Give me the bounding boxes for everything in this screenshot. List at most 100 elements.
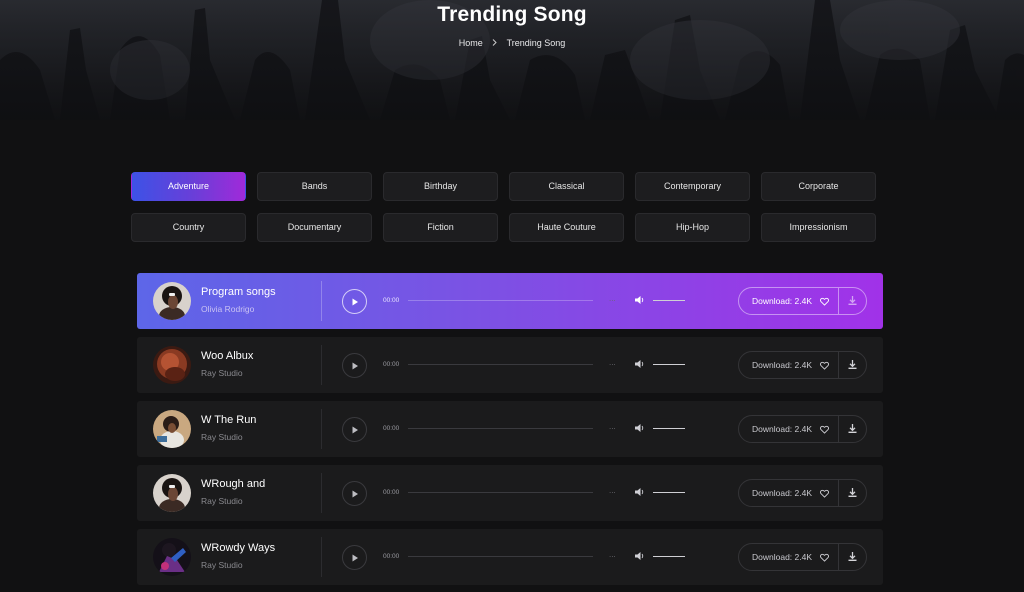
song-artist: Ray Studio <box>201 560 243 570</box>
heart-icon[interactable] <box>820 553 829 562</box>
download-icon[interactable] <box>847 359 858 370</box>
play-button[interactable] <box>342 289 367 314</box>
volume-icon[interactable] <box>635 295 645 305</box>
volume-icon[interactable] <box>635 551 645 561</box>
progress-bar[interactable] <box>408 364 593 365</box>
breadcrumb-current: Trending Song <box>506 38 566 48</box>
heart-icon[interactable] <box>820 297 829 306</box>
play-icon <box>352 298 358 305</box>
play-icon <box>352 490 358 497</box>
category-chip-classical[interactable]: Classical <box>509 172 624 201</box>
download-group: Download: 2.4K <box>738 415 867 443</box>
duration-placeholder: ... <box>609 358 616 367</box>
chevron-right-icon <box>492 38 497 48</box>
row-divider <box>321 473 322 513</box>
page-title: Trending Song <box>437 3 587 26</box>
download-divider <box>838 352 839 378</box>
category-chip-country[interactable]: Country <box>131 213 246 242</box>
category-chip-adventure[interactable]: Adventure <box>131 172 246 201</box>
play-icon <box>352 362 358 369</box>
current-time: 00:00 <box>383 297 400 304</box>
download-divider <box>838 288 839 314</box>
volume-slider[interactable] <box>653 492 685 493</box>
song-cover-image <box>153 474 191 512</box>
category-chip-bands[interactable]: Bands <box>257 172 372 201</box>
play-icon <box>352 426 358 433</box>
heart-icon[interactable] <box>820 425 829 434</box>
song-title[interactable]: Woo Albux <box>201 350 253 362</box>
song-title[interactable]: WRough and <box>201 478 265 490</box>
volume-icon[interactable] <box>635 487 645 497</box>
download-group: Download: 2.4K <box>738 287 867 315</box>
current-time: 00:00 <box>383 489 400 496</box>
current-time: 00:00 <box>383 553 400 560</box>
download-group: Download: 2.4K <box>738 543 867 571</box>
row-divider <box>321 281 322 321</box>
download-count-button[interactable]: Download: 2.4K <box>752 360 812 370</box>
progress-bar[interactable] <box>408 428 593 429</box>
song-row[interactable]: Woo Albux Ray Studio 00:00 ... Download:… <box>137 337 883 393</box>
play-button[interactable] <box>342 481 367 506</box>
category-chip-impressionism[interactable]: Impressionism <box>761 213 876 242</box>
song-cover-image <box>153 346 191 384</box>
download-count-button[interactable]: Download: 2.4K <box>752 552 812 562</box>
progress-bar[interactable] <box>408 556 593 557</box>
song-row[interactable]: WRough and Ray Studio 00:00 ... Download… <box>137 465 883 521</box>
category-chip-contemporary[interactable]: Contemporary <box>635 172 750 201</box>
song-title[interactable]: W The Run <box>201 414 256 426</box>
download-divider <box>838 416 839 442</box>
current-time: 00:00 <box>383 361 400 368</box>
download-count-button[interactable]: Download: 2.4K <box>752 296 812 306</box>
download-icon[interactable] <box>847 487 858 498</box>
duration-placeholder: ... <box>609 294 616 303</box>
volume-slider[interactable] <box>653 428 685 429</box>
volume-slider[interactable] <box>653 300 685 301</box>
row-divider <box>321 345 322 385</box>
download-icon[interactable] <box>847 295 858 306</box>
download-count-button[interactable]: Download: 2.4K <box>752 424 812 434</box>
current-time: 00:00 <box>383 425 400 432</box>
duration-placeholder: ... <box>609 422 616 431</box>
row-divider <box>321 409 322 449</box>
play-icon <box>352 554 358 561</box>
play-button[interactable] <box>342 353 367 378</box>
duration-placeholder: ... <box>609 550 616 559</box>
download-group: Download: 2.4K <box>738 351 867 379</box>
download-icon[interactable] <box>847 551 858 562</box>
song-row[interactable]: WRowdy Ways Ray Studio 00:00 ... Downloa… <box>137 529 883 585</box>
breadcrumb-home-link[interactable]: Home <box>459 38 483 48</box>
download-divider <box>838 480 839 506</box>
song-cover-image <box>153 282 191 320</box>
play-button[interactable] <box>342 545 367 570</box>
category-chip-documentary[interactable]: Documentary <box>257 213 372 242</box>
category-chip-corporate[interactable]: Corporate <box>761 172 876 201</box>
category-chip-birthday[interactable]: Birthday <box>383 172 498 201</box>
download-group: Download: 2.4K <box>738 479 867 507</box>
hero-banner: Trending Song Home Trending Song <box>0 0 1024 120</box>
song-cover-image <box>153 538 191 576</box>
song-title[interactable]: Program songs <box>201 286 276 298</box>
progress-bar[interactable] <box>408 492 593 493</box>
song-artist: Ray Studio <box>201 368 243 378</box>
download-count-button[interactable]: Download: 2.4K <box>752 488 812 498</box>
volume-icon[interactable] <box>635 423 645 433</box>
heart-icon[interactable] <box>820 361 829 370</box>
heart-icon[interactable] <box>820 489 829 498</box>
song-artist: Ray Studio <box>201 432 243 442</box>
category-chip-haute-couture[interactable]: Haute Couture <box>509 213 624 242</box>
play-button[interactable] <box>342 417 367 442</box>
song-title[interactable]: WRowdy Ways <box>201 542 275 554</box>
volume-icon[interactable] <box>635 359 645 369</box>
category-chip-hip-hop[interactable]: Hip-Hop <box>635 213 750 242</box>
song-row[interactable]: W The Run Ray Studio 00:00 ... Download:… <box>137 401 883 457</box>
download-icon[interactable] <box>847 423 858 434</box>
volume-slider[interactable] <box>653 556 685 557</box>
duration-placeholder: ... <box>609 486 616 495</box>
download-divider <box>838 544 839 570</box>
breadcrumb: Home Trending Song <box>0 38 1024 48</box>
volume-slider[interactable] <box>653 364 685 365</box>
song-row[interactable]: Program songs Olivia Rodrigo 00:00 ... D… <box>137 273 883 329</box>
category-chip-fiction[interactable]: Fiction <box>383 213 498 242</box>
progress-bar[interactable] <box>408 300 593 301</box>
song-artist: Ray Studio <box>201 496 243 506</box>
